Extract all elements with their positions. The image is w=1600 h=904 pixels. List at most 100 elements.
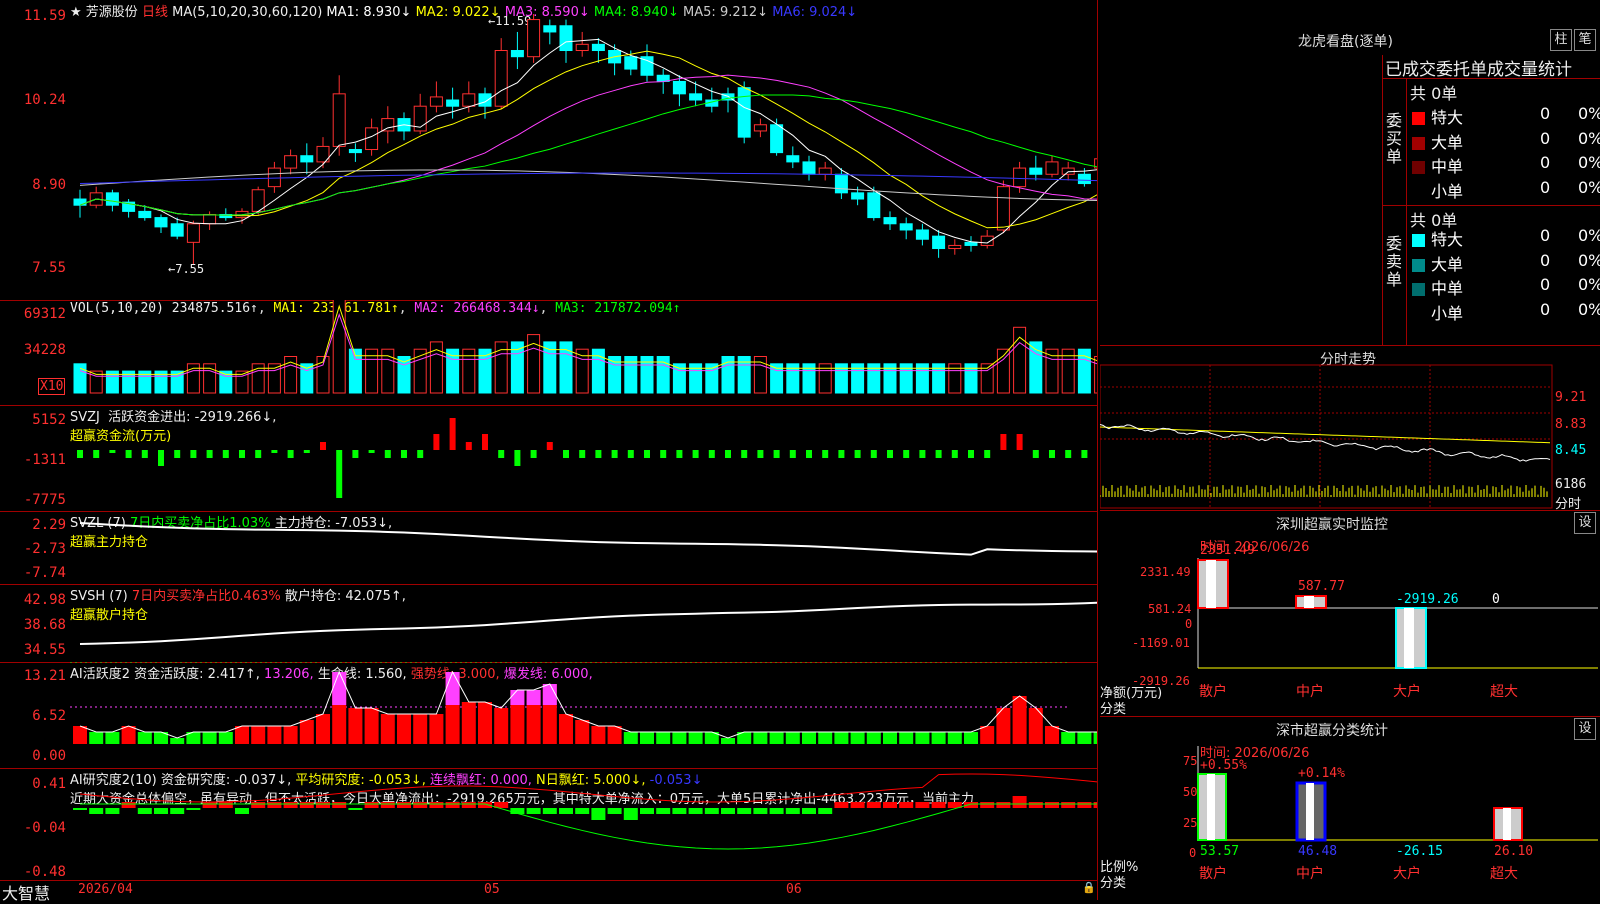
candle-body	[576, 44, 588, 50]
sz-bar-retail-hl	[1206, 560, 1216, 608]
flow-bar	[288, 450, 294, 458]
sz-category-panel[interactable]: 深市超赢分类统计 设 时间: 2026/06/26 75 50 25 0 比例%…	[1100, 716, 1600, 900]
ai-activity-panel[interactable]: 13.21 6.52 0.00 AI活跃度2 资金活跃度: 2.417↑, 13…	[0, 662, 1097, 769]
flow-bar	[936, 450, 942, 458]
flow-bar	[1049, 450, 1055, 458]
flow-bar	[1065, 450, 1071, 458]
flow-bar	[255, 450, 261, 458]
research-bar	[721, 808, 735, 814]
research-bar	[1045, 802, 1059, 808]
flow-bar	[531, 450, 537, 458]
activity-bar	[494, 708, 508, 744]
candle-body	[544, 26, 556, 32]
sell-row: 中单00%	[1412, 275, 1600, 299]
activity-bar	[89, 732, 103, 744]
sz-value-label: -2919.26	[1396, 592, 1459, 607]
buy-row: 大单 0 0%	[1412, 129, 1600, 153]
row-count: 0	[1540, 251, 1550, 270]
sz-category-label: 大户	[1393, 683, 1421, 700]
sz-net-bars: 2331.49 587.77 -2919.26 0 散户 中户 大户 超大	[1100, 510, 1600, 716]
svzl-panel[interactable]: 2.29 -2.73 -7.74 SVZL (7) 7日内买卖净占比1.03% …	[0, 511, 1097, 585]
activity-bar	[122, 726, 136, 744]
lock-icon[interactable]: 🔒	[1082, 881, 1096, 894]
candle-body	[868, 193, 880, 218]
flow-bar	[336, 450, 342, 498]
flow-bar	[612, 450, 618, 458]
candle-body	[625, 57, 637, 69]
activity-bar	[851, 732, 865, 744]
candle-body	[900, 224, 912, 230]
research-bar	[591, 808, 605, 820]
ma-line	[80, 75, 1097, 215]
price-panel[interactable]: 11.59 10.24 8.90 7.55 ★ 芳源股份 日线 MA(5,10,…	[0, 0, 1097, 301]
candle-body	[155, 218, 167, 227]
candle-body	[592, 44, 604, 50]
row-pct: 0%	[1578, 300, 1600, 319]
sc-bar-mid-hl	[1306, 783, 1314, 840]
activity-bar	[1013, 696, 1027, 744]
candlestick-chart[interactable]	[0, 0, 1097, 300]
stat-vline	[1382, 55, 1383, 345]
research-bars	[0, 768, 1097, 880]
flow-bar	[660, 450, 666, 458]
research-bar	[138, 808, 152, 814]
activity-bar	[591, 726, 605, 744]
candle-body	[511, 51, 523, 57]
sell-side-label: 委卖单	[1386, 235, 1404, 289]
candle-body	[171, 224, 183, 236]
svzj-panel[interactable]: 5152 -1311 -7775 SVZJ 活跃资金进出: -2919.266↓…	[0, 405, 1097, 512]
research-bar	[122, 802, 136, 808]
month-06: 06	[786, 882, 802, 897]
candle-body	[204, 214, 216, 223]
flow-bar	[239, 450, 245, 458]
research-bar	[527, 808, 541, 814]
candle-body	[771, 125, 783, 153]
research-bar	[624, 808, 638, 820]
color-swatch	[1412, 283, 1425, 296]
research-bar	[170, 808, 184, 814]
tick-mode-button[interactable]: 笔	[1574, 29, 1596, 51]
svsh-panel[interactable]: 42.98 38.68 34.55 SVSH (7) 7日内买卖净占比0.463…	[0, 584, 1097, 663]
activity-bar	[818, 732, 832, 744]
buy-total: 共 0单	[1410, 80, 1457, 104]
sz-bar-large-hl	[1404, 608, 1414, 668]
flow-bar	[790, 450, 796, 458]
flow-bar	[514, 450, 520, 466]
flow-bar	[207, 450, 213, 458]
ma-line	[80, 39, 1097, 243]
activity-top	[527, 690, 541, 705]
research-bar	[559, 808, 573, 814]
research-bar	[413, 802, 427, 808]
research-bar	[656, 808, 670, 814]
candle-body	[1014, 168, 1026, 187]
candle-body	[349, 150, 361, 153]
dragon-tiger-panel[interactable]: 龙虎看盘(逐单) 柱 笔 已成交委托单成交量统计 委买单 委卖单 共 0单 特大…	[1100, 0, 1600, 346]
bar-mode-button[interactable]: 柱	[1550, 29, 1572, 51]
sc-top-label: +0.14%	[1298, 766, 1345, 781]
flow-bar	[190, 450, 196, 458]
activity-bar	[1077, 732, 1091, 744]
candle-body	[690, 94, 702, 100]
sz-monitor-panel[interactable]: 深圳超赢实时监控 设 时间: 2026/06/26 2331.49 581.24…	[1100, 510, 1600, 717]
activity-bar	[948, 732, 962, 744]
research-bar	[316, 802, 330, 808]
color-swatch	[1412, 234, 1425, 247]
row-name: 小单	[1431, 182, 1463, 201]
research-bar	[689, 808, 703, 814]
flow-bar	[903, 450, 909, 458]
activity-bar	[964, 732, 978, 744]
flow-bar	[174, 450, 180, 458]
research-bar	[996, 802, 1010, 808]
research-bar	[818, 808, 832, 814]
ai-research-panel[interactable]: 0.41 -0.04 -0.48 AI研究度2(10) 资金研究度: -0.03…	[0, 768, 1097, 881]
position-line	[80, 523, 1097, 555]
row-pct: 0%	[1578, 275, 1600, 294]
candle-body	[285, 156, 297, 168]
volume-panel[interactable]: 69312 34228 X10 VOL(5,10,20) 234875.516↑…	[0, 300, 1097, 406]
candle-body	[382, 119, 394, 131]
candle-body	[916, 230, 928, 239]
intraday-panel[interactable]: 分时走势 9.21 8.83 8.45 6186 分时	[1100, 345, 1600, 511]
chart-area[interactable]: 11.59 10.24 8.90 7.55 ★ 芳源股份 日线 MA(5,10,…	[0, 0, 1097, 900]
candle-body	[528, 20, 540, 57]
flow-bar	[595, 450, 601, 458]
